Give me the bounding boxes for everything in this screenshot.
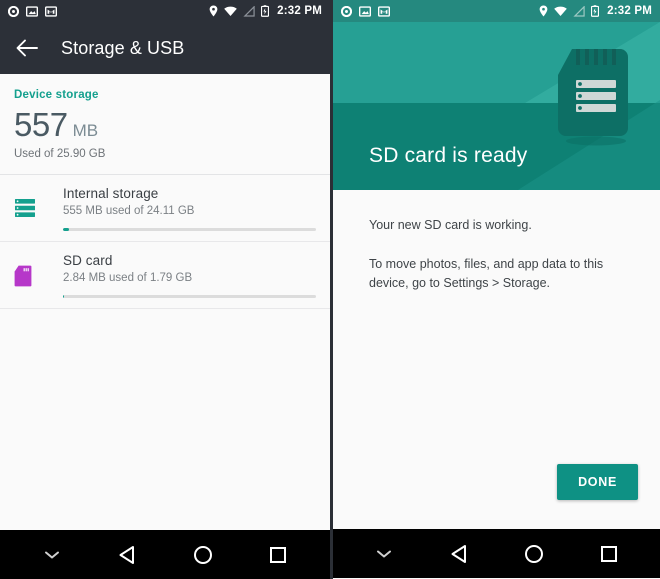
home-circle-icon [524,544,543,563]
record-dot-icon [341,5,352,17]
storage-row-internal[interactable]: Internal storage 555 MB used of 24.11 GB [0,175,330,241]
nav-back-button[interactable] [105,533,149,577]
done-button-container: DONE [557,464,638,500]
image-icon [359,5,371,17]
device-storage-usage: 557 MB [0,101,330,141]
nav-home-button[interactable] [181,533,225,577]
row-content: SD card 2.84 MB used of 1.79 GB [46,253,316,298]
row-divider [0,308,330,309]
chevron-down-icon [44,551,59,558]
battery-charging-icon [591,5,600,17]
nav-recents-button[interactable] [256,533,300,577]
hero-title: SD card is ready [369,144,528,167]
status-bar-system-icons: 2:32 PM [209,5,322,17]
left-phone-screen: 2:32 PM Storage & USB Device storage 557… [0,0,330,579]
location-pin-icon [539,5,548,17]
gmail-icon [45,5,57,17]
wifi-icon [554,6,567,16]
status-bar-notification-icons [8,5,57,17]
location-pin-icon [209,5,218,17]
wifi-icon [224,6,237,16]
done-button[interactable]: DONE [557,464,638,500]
nav-home-button[interactable] [512,532,556,576]
cellular-signal-off-icon [243,5,255,17]
row-title: SD card [63,253,113,268]
status-bar: 2:32 PM [333,0,660,22]
storage-row-sd-card[interactable]: SD card 2.84 MB used of 1.79 GB [0,242,330,308]
status-bar-clock: 2:32 PM [607,5,652,17]
storage-progress-bar [63,228,316,231]
recents-square-icon [600,545,617,562]
navigation-bar [333,529,660,578]
chevron-down-icon [377,550,392,557]
sd-card-body: Your new SD card is working. To move pho… [333,190,660,529]
sd-card-hero-header: SD card is ready [333,22,660,190]
dual-screenshot-container: 2:32 PM Storage & USB Device storage 557… [0,0,660,579]
nav-hide-button[interactable] [362,532,406,576]
record-dot-icon [8,5,19,17]
nav-recents-button[interactable] [587,532,631,576]
storage-progress-bar [63,295,316,298]
sd-card-illustration [554,44,632,151]
body-paragraph-1: Your new SD card is working. [369,218,532,232]
image-icon [26,5,38,17]
right-phone-screen: 2:32 PM SD card is ready Your new SD car… [330,0,660,579]
navigation-bar [0,530,330,579]
storage-amount: 557 [14,106,68,143]
row-subtitle: 555 MB used of 24.11 GB [63,205,195,217]
home-circle-icon [193,545,212,564]
sd-card-icon [14,265,32,287]
gmail-icon [378,5,390,17]
page-title: Storage & USB [61,37,185,58]
status-bar: 2:32 PM [0,0,330,22]
storage-unit: MB [72,121,99,140]
body-paragraph-2: To move photos, files, and app data to t… [369,256,604,290]
recents-square-icon [270,546,287,563]
row-icon-slot [14,186,46,218]
row-icon-slot [14,253,46,287]
storage-progress-fill [63,295,64,298]
back-button[interactable] [14,35,40,61]
storage-content: Device storage 557 MB Used of 25.90 GB I… [0,74,330,530]
nav-back-button[interactable] [437,532,481,576]
row-title: Internal storage [63,186,159,201]
row-subtitle: 2.84 MB used of 1.79 GB [63,272,193,284]
internal-storage-icon [15,199,35,217]
storage-used-of-label: Used of 25.90 GB [14,148,106,160]
arrow-back-icon [16,39,38,57]
storage-progress-fill [63,228,69,231]
status-bar-clock: 2:32 PM [277,5,322,17]
nav-hide-button[interactable] [30,533,74,577]
back-triangle-icon [451,544,467,563]
cellular-signal-off-icon [573,5,585,17]
app-bar: Storage & USB [0,22,330,74]
status-bar-notification-icons [341,5,390,17]
row-content: Internal storage 555 MB used of 24.11 GB [46,186,316,231]
back-triangle-icon [119,545,135,564]
battery-charging-icon [261,5,270,17]
device-storage-section-label: Device storage [14,89,99,101]
status-bar-system-icons: 2:32 PM [539,5,652,17]
